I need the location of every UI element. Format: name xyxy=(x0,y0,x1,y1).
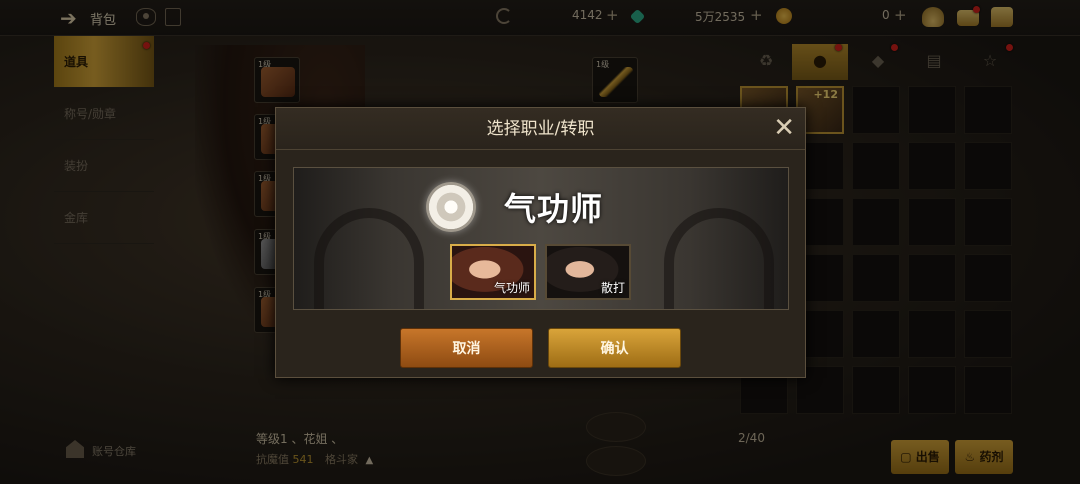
arch-decoration xyxy=(664,208,774,309)
job-option-striker[interactable]: 散打 xyxy=(545,244,631,300)
job-option-label: 散打 xyxy=(600,281,625,295)
confirm-button[interactable]: 确认 xyxy=(548,328,681,368)
job-banner: 气功师 气功师 散打 xyxy=(293,167,789,310)
dialog-title: 选择职业/转职 xyxy=(486,119,595,139)
dialog-header: 选择职业/转职 xyxy=(276,108,805,150)
cancel-button[interactable]: 取消 xyxy=(400,328,533,368)
selected-job-name: 气功师 xyxy=(504,190,604,228)
qigong-emblem-icon xyxy=(426,182,476,232)
close-icon[interactable]: ✕ xyxy=(773,114,795,142)
job-option-qigong[interactable]: 气功师 xyxy=(450,244,536,300)
job-select-dialog: 选择职业/转职 ✕ 气功师 气功师 散打 取消 确认 xyxy=(275,107,806,378)
job-option-label: 气功师 xyxy=(493,281,530,295)
arch-decoration xyxy=(314,208,424,309)
